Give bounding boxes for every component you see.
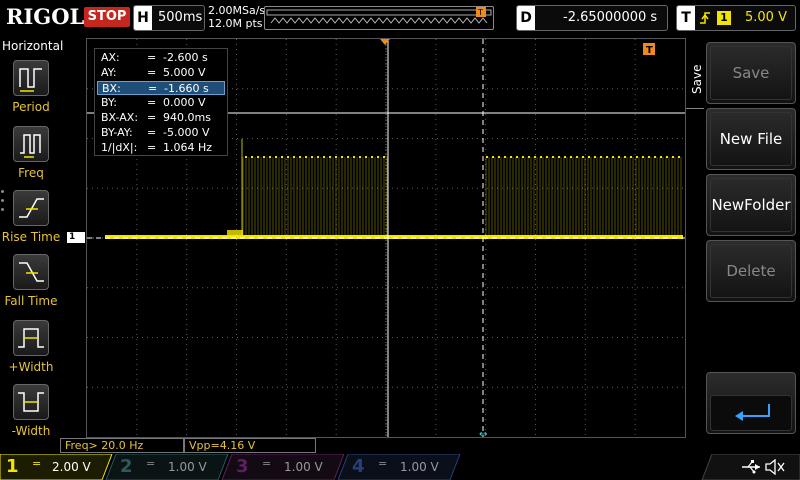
channel-2-coupling: = <box>146 457 156 470</box>
measurement-vpp[interactable]: Vpp=4.16 V <box>184 438 316 453</box>
speaker-muted-icon[interactable] <box>764 459 786 475</box>
channel-1-marker-label: 1 <box>69 232 76 242</box>
delay-box[interactable]: D -2.65000000 s <box>516 5 668 31</box>
new-file-button[interactable]: New File <box>706 108 796 170</box>
measure-freq-button[interactable]: Freq <box>0 124 62 188</box>
channel-3-number: 3 <box>236 456 249 477</box>
cursor-row-bx[interactable]: BX: = -1.660 s <box>97 81 225 95</box>
timebase-key: H <box>134 6 152 30</box>
memory-overview-bar: T <box>264 6 494 30</box>
fall-time-label: Fall Time <box>4 294 58 308</box>
trigger-level: 5.00 V <box>745 10 787 25</box>
cursor-row-bx-ax: BX-AX: = 940.0ms <box>101 111 211 124</box>
delay-value: -2.65000000 s <box>563 10 658 25</box>
rise-time-label: Rise Time <box>1 230 61 244</box>
cursor-readout-panel: AX: = -2.600 s AY: = 5.000 V BX: = -1.660 s BY… <box>94 48 228 156</box>
trigger-level-marker: T <box>643 43 655 56</box>
memory-depth: 12.0M pts <box>208 17 263 30</box>
menu-divider <box>686 108 704 109</box>
cursor-row-inv-dx: 1/|dX|: = 1.064 Hz <box>101 141 213 154</box>
channel-2-scale: 1.00 V <box>168 460 207 474</box>
measure-period-button[interactable]: Period <box>0 58 62 122</box>
measure-rise-time-button[interactable]: Rise Time <box>0 188 62 252</box>
channel-4-scale: 1.00 V <box>400 460 439 474</box>
trace-startup-bump <box>227 230 243 237</box>
measurement-freq[interactable]: Freq> 20.0 Hz <box>60 438 184 453</box>
channel-1-coupling: = <box>32 457 42 470</box>
measure-pos-width-button[interactable]: +Width <box>0 318 62 382</box>
sample-rate: 2.00MSa/s <box>208 4 266 17</box>
cursor-row-by: BY: = 0.000 V <box>101 96 206 109</box>
memory-waveform-icon: T <box>266 7 492 24</box>
channel-1-offset-marker[interactable]: 1 <box>67 232 85 243</box>
left-menu-title: Horizontal <box>2 39 64 53</box>
neg-width-icon <box>13 384 49 420</box>
pos-width-icon <box>13 320 49 356</box>
channel-4-tab[interactable]: 4 = 1.00 V <box>348 454 458 480</box>
run-stop-status[interactable]: STOP <box>84 7 130 27</box>
timebase-value: 500ms <box>158 10 203 25</box>
save-menu-title: Save <box>690 64 704 94</box>
fall-time-icon <box>13 254 49 290</box>
channel-4-coupling: = <box>378 457 388 470</box>
rise-time-icon <box>13 190 49 226</box>
enter-arrow-icon <box>735 404 770 421</box>
cursor-row-ay: AY: = 5.000 V <box>101 66 206 79</box>
horizontal-measure-menu: Horizontal Period Freq Rise Time Fall Ti… <box>0 38 64 452</box>
channel-2-tab[interactable]: 2 = 1.00 V <box>116 454 226 480</box>
channel-1-tab[interactable]: 1 = 2.00 V <box>0 454 110 480</box>
trigger-source-badge: 1 <box>717 11 731 25</box>
freq-icon <box>13 126 49 162</box>
rising-edge-icon <box>700 12 710 24</box>
measure-fall-time-button[interactable]: Fall Time <box>0 252 62 316</box>
trigger-key: T <box>677 6 695 30</box>
new-folder-button[interactable]: NewFolder <box>706 174 796 236</box>
svg-text:T: T <box>646 45 653 56</box>
pos-width-label: +Width <box>8 360 54 374</box>
channel-2-number: 2 <box>120 456 133 477</box>
channel-3-scale: 1.00 V <box>284 460 323 474</box>
delay-key: D <box>517 6 535 30</box>
channel-1-scale: 2.00 V <box>52 460 91 474</box>
enter-button-inner <box>710 395 792 431</box>
neg-width-label: -Width <box>11 424 51 438</box>
channel-1-number: 1 <box>6 456 19 477</box>
top-status-bar: RIGOL STOP H 500ms 2.00MSa/s 12.0M pts T… <box>0 0 800 36</box>
channel-3-tab[interactable]: 3 = 1.00 V <box>232 454 342 480</box>
channel-3-coupling: = <box>262 457 272 470</box>
measure-neg-width-button[interactable]: -Width <box>0 382 62 446</box>
usb-icon <box>742 460 760 474</box>
sample-info: 2.00MSa/s 12.0M pts <box>208 4 265 30</box>
cursor-row-ax: AX: = -2.600 s <box>101 51 208 64</box>
freq-label: Freq <box>18 166 44 180</box>
svg-text:T: T <box>477 8 483 17</box>
enter-button[interactable] <box>706 372 796 434</box>
cursor-b-marker: ↔ <box>479 429 487 437</box>
delete-button[interactable]: Delete <box>706 240 796 302</box>
cursor-row-by-ay: BY-AY: = -5.000 V <box>101 126 210 139</box>
channel-bar: 1 = 2.00 V 2 = 1.00 V 3 = 1.00 V 4 = 1.0… <box>0 454 800 480</box>
save-button[interactable]: Save <box>706 42 796 104</box>
period-icon <box>13 60 49 96</box>
channel-4-number: 4 <box>352 456 365 477</box>
trigger-box[interactable]: T 1 5.00 V <box>676 5 796 31</box>
timebase-box[interactable]: H 500ms <box>133 5 205 31</box>
rigol-logo: RIGOL <box>6 4 85 29</box>
period-label: Period <box>12 100 50 114</box>
